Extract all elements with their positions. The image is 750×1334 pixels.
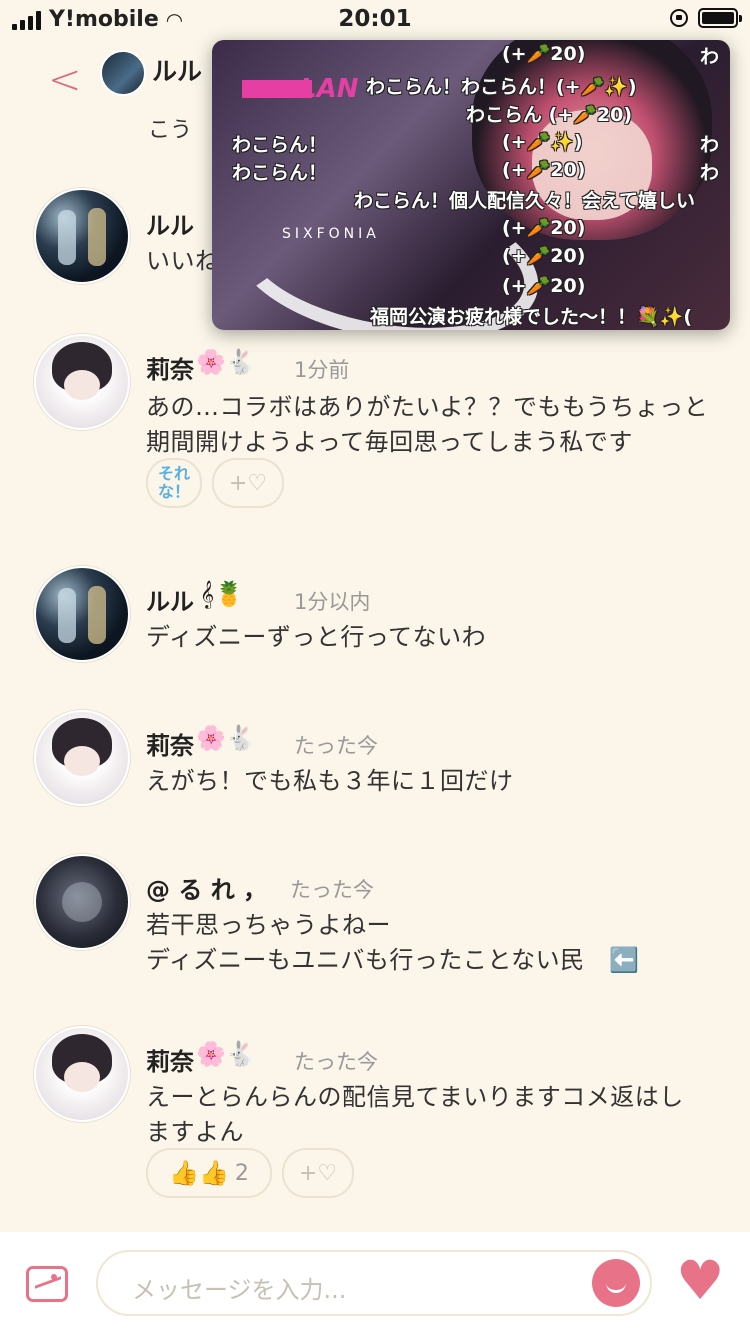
smile-icon[interactable] [592,1259,640,1307]
user-name: 莉奈 [146,732,194,760]
heart-icon[interactable]: ♥ [676,1254,724,1308]
avatar[interactable] [34,1026,130,1122]
add-reaction-button[interactable]: +♡ [212,458,284,508]
rotation-lock-icon [670,9,688,27]
logo-subtext: SIXFONIA [282,226,380,242]
live-comment: わこらん！ [232,134,328,156]
user-emoji: 𝄞🍍 [200,580,245,608]
user-name: @ る れ ， [146,876,268,904]
timestamp: 1分前 [294,358,350,382]
message-input-placeholder: メッセージを入力... [132,1276,347,1304]
live-comment: (+🥕20) [502,275,586,297]
avatar[interactable] [34,188,130,284]
add-reaction-label: +♡ [228,470,268,496]
user-emoji: 🌸🐇 [196,724,256,752]
composer-bar: メッセージを入力... ♥ [0,1232,750,1334]
live-comment: わこらん！ [232,162,328,184]
avatar[interactable] [34,710,130,806]
live-comment: (+🥕✨) [502,131,583,153]
live-comment: (+🥕20) [502,159,586,181]
live-comment: (+🥕20) [502,43,586,65]
live-comment: (+🥕20) [502,217,586,239]
avatar[interactable] [34,854,130,950]
live-comment: わ [700,46,720,68]
avatar[interactable] [100,50,146,96]
message-text: あの…コラボはありがたいよ？？でももうちょっと期間開けようよって毎回思ってしまう… [146,393,709,456]
timestamp: たった今 [290,878,374,902]
user-name: 莉奈 [146,356,194,384]
message-text: ディズニーずっと行ってないわ [146,623,487,651]
clipped-message: こう [148,118,193,143]
live-comment: わこらん (+🥕20) [466,104,632,126]
user-emoji: 🌸🐇 [196,348,256,376]
image-icon[interactable] [26,1266,68,1302]
message-text: いいね [146,247,220,275]
live-comment: わこらん！個人配信久々！会えて嬉しい [354,190,696,212]
timestamp: たった今 [294,1050,378,1074]
message-text: えーとらんらんの配信見てまいりますコメ返はしますよん [146,1083,684,1146]
message-text: 若干思っちゃうよねー ディズニーもユニバも行ったことない民 ⬅️ [146,911,640,974]
logo-text: LAN [300,74,359,104]
battery-icon [698,8,742,28]
message-input[interactable]: メッセージを入力... [96,1250,652,1316]
live-comment: わ [700,134,720,156]
live-comment: (+🥕20) [502,245,586,267]
timestamp: 1分以内 [294,590,371,614]
reaction-label: それな！ [157,464,190,501]
live-comment: わこらん！わこらん！(+🥕✨) [366,76,637,98]
pip-video[interactable]: LAN SIXFONIA (+🥕20) わ わこらん！わこらん！(+🥕✨) わこ… [212,40,730,330]
user-emoji: 🌸🐇 [196,1040,256,1068]
reaction-label: 👍👍 [169,1159,229,1187]
add-reaction-button[interactable]: +♡ [282,1148,354,1198]
user-name: 莉奈 [146,1048,194,1076]
user-name: ルル [146,588,194,616]
status-bar: Y!mobile ◠ 20:01 [0,0,750,40]
chevron-left-icon[interactable]: < [48,60,82,100]
reaction-count: 2 [234,1160,249,1186]
user-name: ルル [146,212,194,240]
reaction-chip[interactable]: それな！ [146,458,202,508]
message-text: えがち！でも私も３年に１回だけ [146,767,514,795]
page-title[interactable]: ルル [152,52,202,88]
clock: 20:01 [338,6,412,32]
live-comment: わ [700,162,720,184]
timestamp: たった今 [294,734,378,758]
reaction-chip[interactable]: 👍👍 2 [146,1148,272,1198]
add-reaction-label: +♡ [298,1160,338,1186]
avatar[interactable] [34,334,130,430]
live-comment: 福岡公演お疲れ様でした〜！！💐✨( [370,306,692,328]
avatar[interactable] [34,566,130,662]
